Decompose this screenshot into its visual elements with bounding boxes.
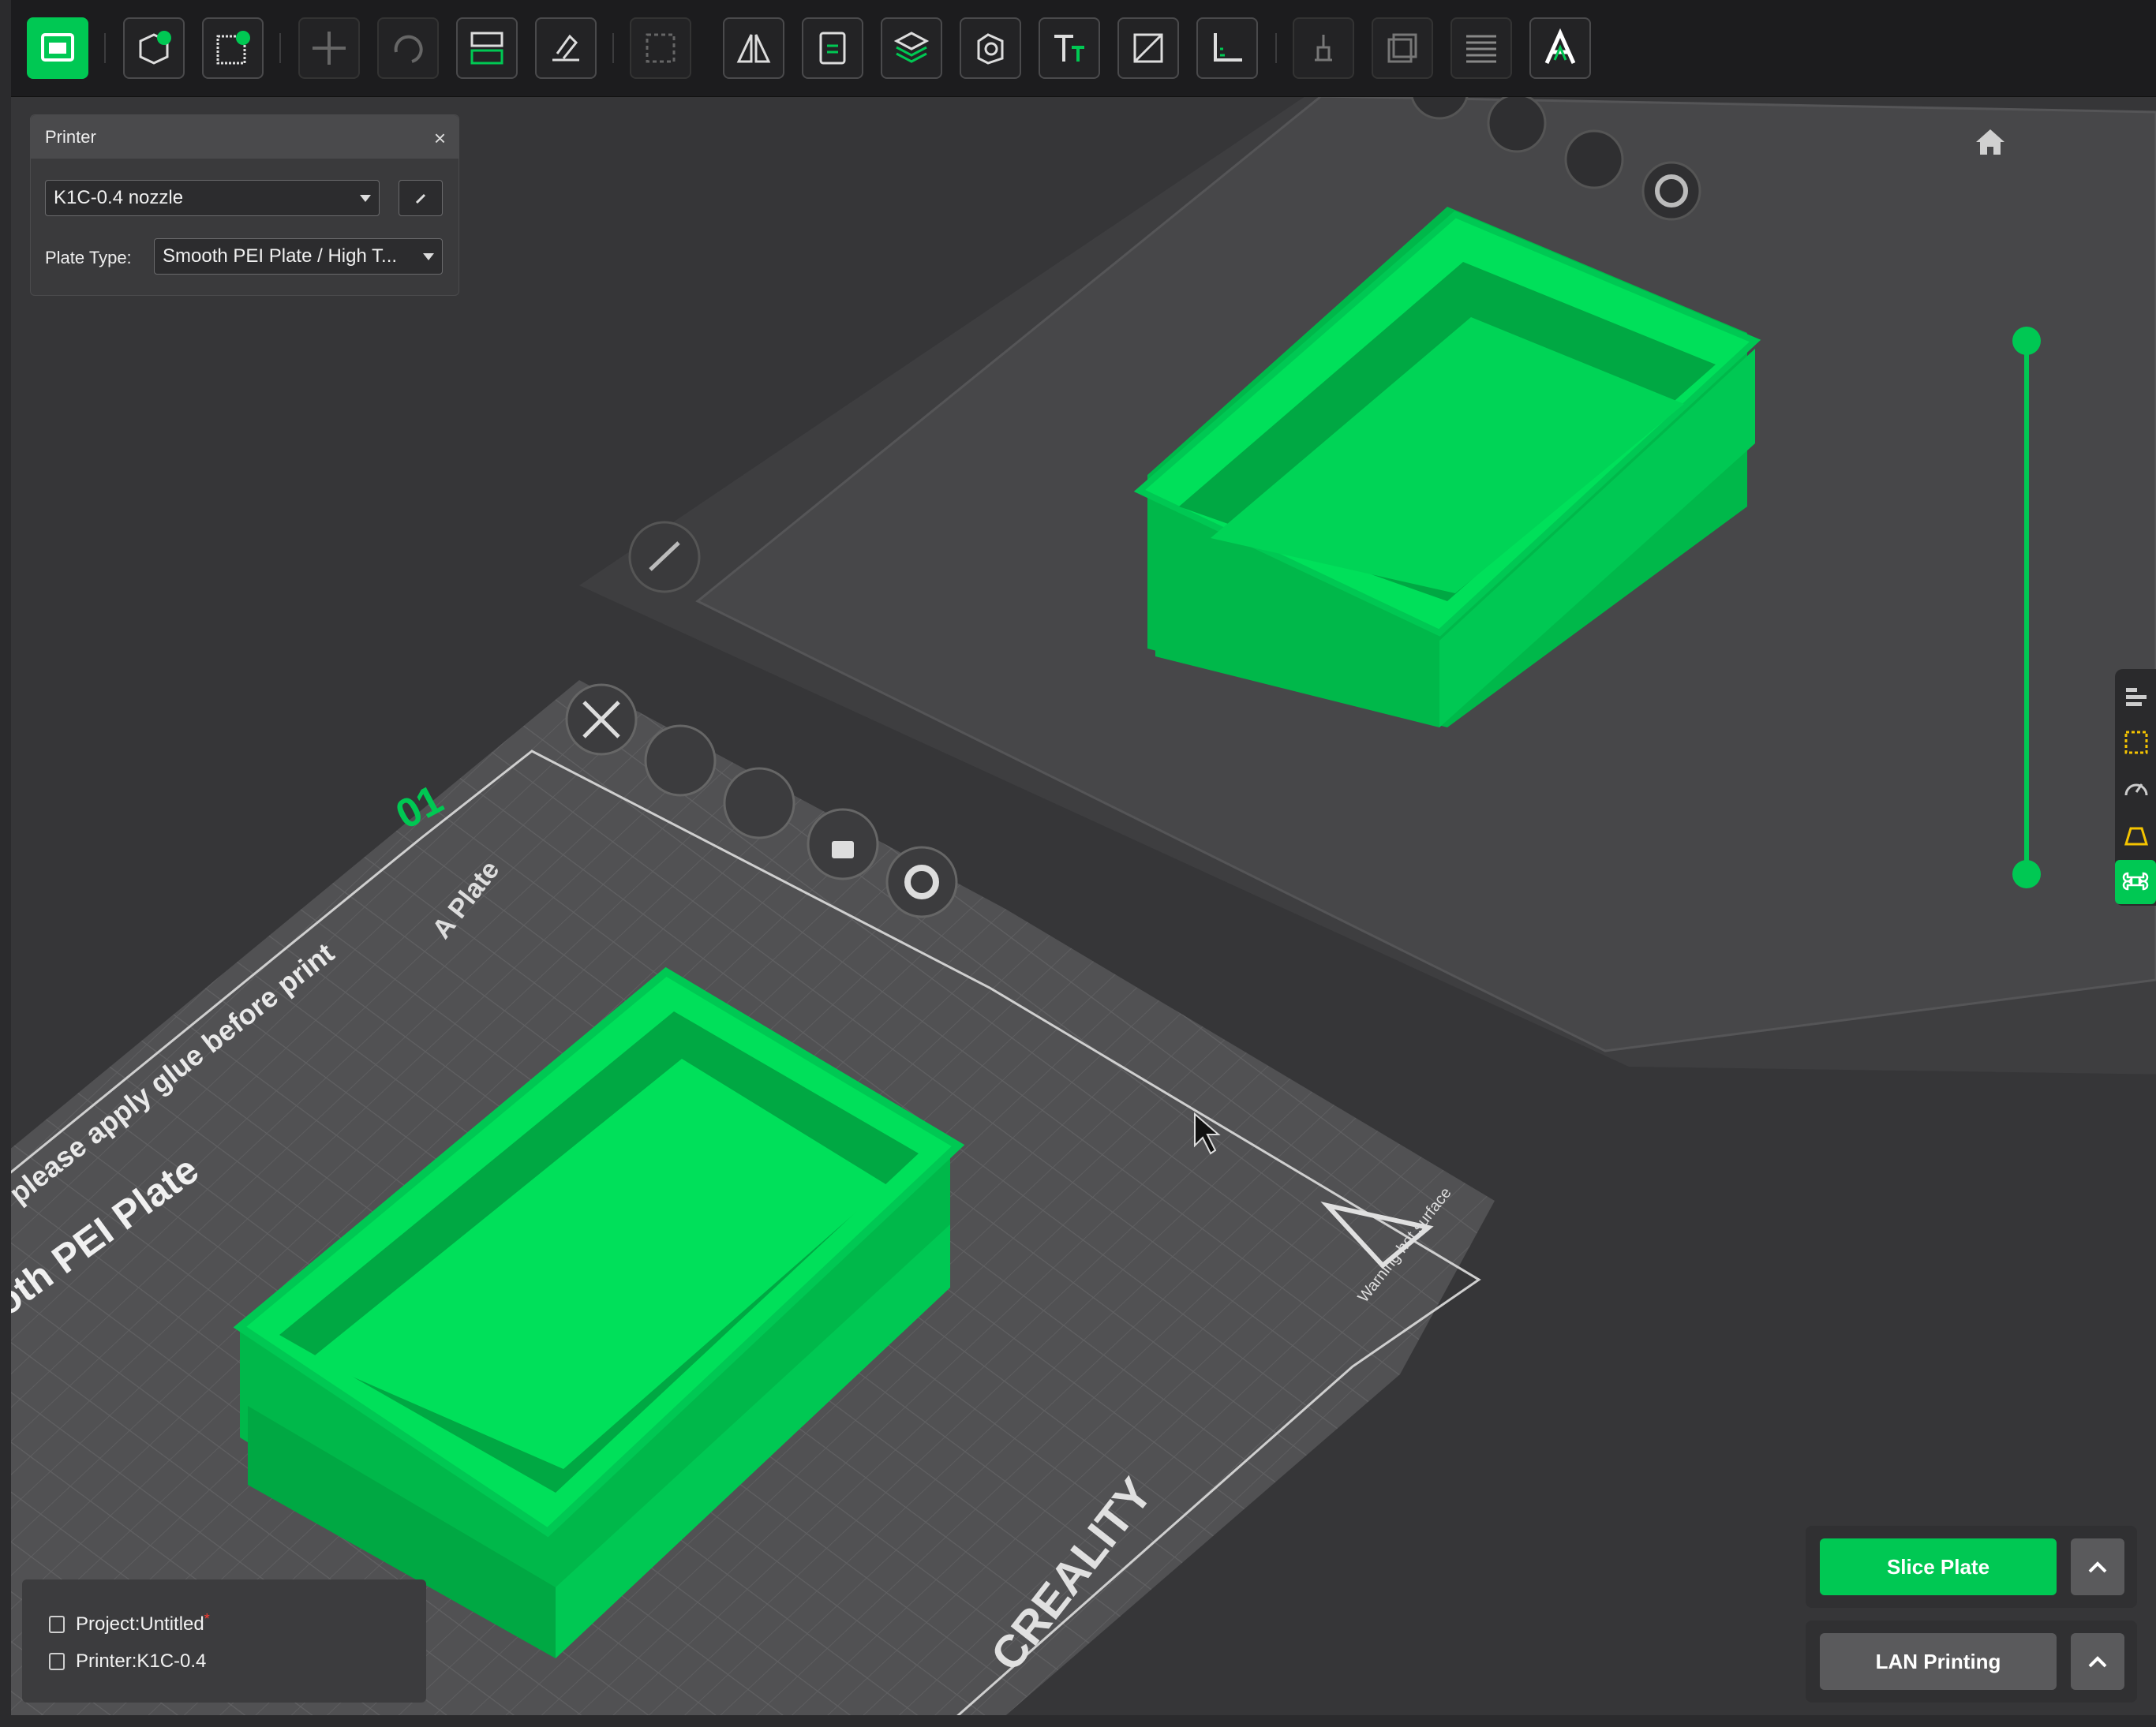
support-paint-icon <box>1133 33 1163 63</box>
pencil-icon <box>415 193 426 204</box>
file-icon <box>49 1616 65 1633</box>
layers-button[interactable] <box>881 17 942 79</box>
support-paint-button[interactable] <box>1117 17 1179 79</box>
plate-type-select[interactable]: Smooth PEI Plate / High T... <box>154 238 443 275</box>
move-button[interactable] <box>298 17 360 79</box>
variable-layer-button[interactable] <box>1450 17 1512 79</box>
layer-slider-bottom-handle[interactable] <box>2012 860 2041 888</box>
text-icon <box>1054 35 1084 62</box>
home-icon[interactable] <box>1974 128 2006 156</box>
font-button[interactable] <box>1529 17 1591 79</box>
unsaved-indicator: * <box>204 1611 210 1627</box>
printer-icon <box>49 1653 65 1670</box>
plate1-settings-icon[interactable] <box>885 846 958 918</box>
project-info-box: Project:Untitled* Printer:K1C-0.4 <box>22 1579 426 1703</box>
chevron-down-icon <box>360 195 371 202</box>
plate2-lock-icon[interactable] <box>1564 129 1624 189</box>
layers-icon <box>893 32 930 63</box>
arrange-button[interactable] <box>456 17 518 79</box>
project-name: Project:Untitled <box>76 1613 204 1635</box>
cut-button[interactable] <box>960 17 1021 79</box>
cut-icon <box>977 33 1004 65</box>
print-options-button[interactable] <box>2071 1633 2124 1690</box>
prepare-plate-button[interactable] <box>27 17 88 79</box>
slice-options-button[interactable] <box>2071 1538 2124 1595</box>
project-row: Project:Untitled* <box>49 1611 210 1635</box>
plate1-arrange-icon[interactable] <box>644 724 717 797</box>
rotate-button[interactable] <box>377 17 439 79</box>
chevron-up-icon <box>2088 1656 2107 1668</box>
arrange-icon <box>470 32 503 65</box>
align-icon[interactable] <box>2123 683 2150 710</box>
plate2-settings-icon[interactable] <box>1641 161 1701 221</box>
calibration-icon[interactable] <box>2123 821 2150 847</box>
printer-select[interactable]: K1C-0.4 nozzle <box>45 180 380 216</box>
plate2-auto-orient-icon[interactable] <box>1487 96 1547 153</box>
text-button[interactable] <box>1039 17 1100 79</box>
printer-name: Printer:K1C-0.4 <box>76 1650 207 1672</box>
scale-icon <box>646 33 676 63</box>
speed-gauge-icon[interactable] <box>2123 775 2150 802</box>
add-plate-button[interactable] <box>202 17 264 79</box>
printer-panel: Printer × K1C-0.4 nozzle Plate Type: Smo… <box>30 114 459 296</box>
plate1-auto-orient-icon[interactable] <box>723 767 795 839</box>
add-object-icon <box>139 31 171 65</box>
view-side-toolbar <box>2115 669 2156 906</box>
layer-slider[interactable] <box>2011 327 2042 888</box>
move-icon <box>313 32 346 65</box>
mirror-icon <box>736 34 771 63</box>
variable-layer-icon <box>1466 35 1496 63</box>
bounding-box-icon[interactable] <box>2123 729 2150 756</box>
lan-printing-button[interactable]: LAN Printing <box>1820 1633 2057 1690</box>
printer-panel-title: Printer <box>31 115 459 159</box>
chevron-up-icon <box>2088 1561 2107 1573</box>
edit-printer-button[interactable] <box>399 180 443 216</box>
main-toolbar <box>11 0 2156 97</box>
plate-type-value: Smooth PEI Plate / High T... <box>163 245 398 267</box>
printer-select-value: K1C-0.4 nozzle <box>54 187 184 208</box>
mirror-button[interactable] <box>723 17 784 79</box>
split-icon <box>819 32 846 65</box>
scale-button[interactable] <box>630 17 691 79</box>
cmd-icon[interactable] <box>2122 868 2149 895</box>
measure-button[interactable] <box>1196 17 1258 79</box>
viewport-scene: 01 A Plate please apply glue before prin… <box>11 96 2156 1715</box>
layer-slider-track <box>2024 341 2029 877</box>
assembly-button[interactable] <box>1372 17 1433 79</box>
chevron-down-icon <box>423 253 434 260</box>
rotate-icon <box>394 35 423 63</box>
auto-orient-icon <box>552 34 579 62</box>
seam-button[interactable] <box>1293 17 1354 79</box>
3d-viewport[interactable]: 01 A Plate please apply glue before prin… <box>11 96 2156 1715</box>
split-button[interactable] <box>802 17 863 79</box>
add-plate-icon <box>216 31 250 65</box>
close-icon[interactable]: × <box>434 126 446 151</box>
seam-icon <box>1315 35 1332 62</box>
add-object-button[interactable] <box>123 17 185 79</box>
font-icon <box>1544 28 1576 65</box>
measure-icon <box>1214 33 1242 62</box>
slice-plate-button[interactable]: Slice Plate <box>1820 1538 2057 1595</box>
slice-action-group: Slice Plate <box>1806 1526 2137 1608</box>
assembly-icon <box>1387 33 1417 63</box>
print-action-group: LAN Printing <box>1806 1620 2137 1703</box>
layer-slider-top-handle[interactable] <box>2012 327 2041 355</box>
plate-icon <box>41 33 74 62</box>
plate-type-label: Plate Type: <box>45 248 132 267</box>
printer-row: Printer:K1C-0.4 <box>49 1650 206 1673</box>
auto-orient-button[interactable] <box>535 17 597 79</box>
